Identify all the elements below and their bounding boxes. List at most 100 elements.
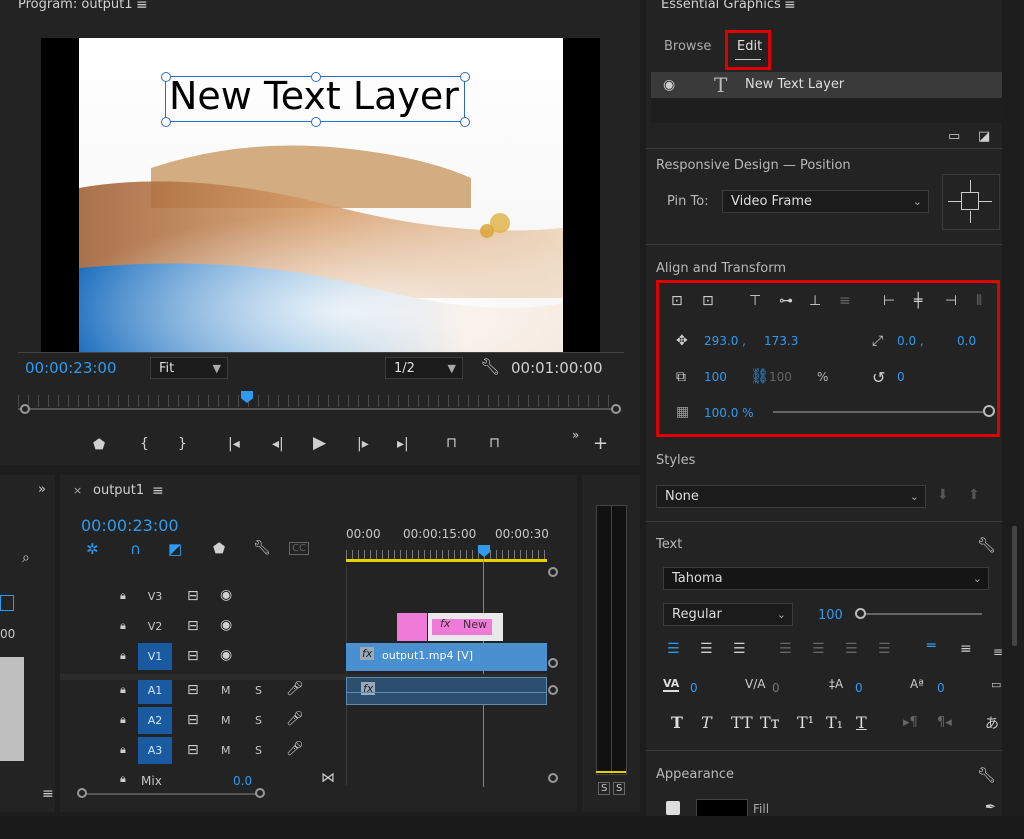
mark-out-icon[interactable]: } (178, 437, 187, 451)
vscroll-handle[interactable] (548, 658, 558, 668)
align-top-icon[interactable]: ⊤ (749, 293, 761, 309)
sync-lock-icon[interactable]: ⊟ (187, 649, 199, 663)
play-icon[interactable]: ▶ (313, 435, 326, 452)
mute-button[interactable]: M (221, 714, 231, 727)
resize-handle[interactable] (311, 72, 321, 82)
align-right-icon[interactable]: ⊣ (945, 293, 957, 309)
font-dropdown[interactable]: Tahoma ⌄ (663, 567, 989, 590)
mic-icon[interactable]: 🎤︎ (286, 742, 304, 756)
small-caps-icon[interactable]: Tт (760, 713, 780, 732)
rotation-value[interactable]: 0 (897, 370, 905, 384)
align-horizontal-center-icon[interactable]: ╪ (914, 293, 922, 309)
push-style-icon[interactable]: ⬇ (937, 487, 949, 503)
track-label[interactable]: V1 (138, 643, 172, 670)
sync-lock-icon[interactable]: ⊟ (187, 619, 199, 633)
solo-button[interactable]: S (255, 744, 262, 757)
kerning-value[interactable]: 0 (690, 681, 698, 695)
clip-a1[interactable]: fx (346, 677, 547, 705)
mute-button[interactable]: M (221, 744, 231, 757)
thumbnail[interactable] (0, 657, 24, 761)
resolution-dropdown[interactable]: 1/2 ▼ (385, 357, 463, 379)
extract-icon[interactable]: ⊓ (489, 436, 500, 450)
scale-value[interactable]: 100 (704, 370, 727, 384)
opacity-slider-handle[interactable] (983, 405, 995, 417)
opacity-slider[interactable] (773, 411, 983, 413)
program-timecode[interactable]: 00:00:23:00 (25, 359, 117, 377)
track-label[interactable]: A2 (138, 707, 172, 734)
anchor-x[interactable]: 0.0 , (897, 334, 924, 348)
timeline-timecode[interactable]: 00:00:23:00 (81, 516, 179, 535)
align-text-right-icon[interactable]: ☰ (733, 641, 746, 657)
bottom-align-text-icon[interactable]: ≡ (993, 645, 1003, 659)
solo-button[interactable]: S (255, 684, 262, 697)
baseline-value[interactable]: 0 (937, 681, 945, 695)
eye-icon[interactable]: ◉ (220, 618, 232, 632)
eyedropper-icon[interactable]: ✒︎ (985, 800, 996, 815)
lock-icon[interactable]: 🔒︎ (120, 684, 126, 695)
more-panels-icon[interactable]: » (38, 483, 46, 496)
fit-dropdown[interactable]: Fit ▼ (150, 357, 228, 379)
ruby-icon[interactable]: あ (985, 713, 999, 733)
font-size-slider[interactable] (862, 613, 982, 615)
step-back-icon[interactable]: ◂| (272, 437, 284, 451)
tab-browse[interactable]: Browse (664, 39, 711, 54)
all-caps-icon[interactable]: TT (731, 713, 753, 732)
mute-button[interactable]: M (221, 684, 231, 697)
solo-button[interactable]: S (255, 714, 262, 727)
panel-menu-icon[interactable]: ≡ (136, 0, 148, 12)
align-to-selection-icon[interactable]: ⊡ (702, 293, 714, 309)
font-size-slider-handle[interactable] (855, 608, 866, 619)
go-to-in-icon[interactable]: |◂ (228, 437, 240, 451)
clip-v2-pink[interactable] (397, 613, 427, 641)
vscroll-handle[interactable] (548, 567, 558, 577)
styles-dropdown[interactable]: None ⌄ (656, 485, 926, 508)
panel-menu-icon[interactable]: ≡ (152, 484, 164, 498)
indent-left-icon[interactable]: ▸¶ (903, 715, 918, 730)
sync-lock-icon[interactable]: ⊟ (187, 713, 199, 727)
clip-v2-text[interactable]: fx New (428, 613, 503, 641)
subscript-icon[interactable]: T₁ (826, 713, 843, 732)
add-button-icon[interactable]: + (593, 435, 608, 453)
vscroll-handle[interactable] (548, 685, 558, 695)
pull-style-icon[interactable]: ⬆ (968, 487, 980, 503)
center-align-text-icon[interactable]: ≡ (960, 641, 972, 657)
lock-icon[interactable]: 🔒︎ (120, 650, 126, 661)
lift-icon[interactable]: ⊓ (446, 436, 457, 450)
text-wrench-icon[interactable]: 🔧︎ (977, 536, 996, 554)
eye-icon[interactable]: ◉ (663, 78, 675, 92)
superscript-icon[interactable]: T¹ (797, 713, 814, 732)
sync-lock-icon[interactable]: ⊟ (187, 683, 199, 697)
hscrollbar[interactable] (82, 793, 262, 795)
track-label[interactable]: A1 (138, 677, 172, 704)
track-label[interactable]: V3 (138, 583, 172, 610)
position-y[interactable]: 173.3 (764, 334, 798, 348)
more-icon[interactable]: » (572, 429, 579, 441)
eye-icon[interactable]: ◉ (220, 588, 232, 602)
faux-bold-icon[interactable]: T (671, 713, 683, 732)
folder-icon[interactable]: ▭ (948, 130, 960, 143)
sync-lock-icon[interactable]: ⊟ (187, 589, 199, 603)
lock-icon[interactable]: 🔒︎ (120, 590, 126, 601)
hscroll-handle[interactable] (255, 788, 265, 798)
align-to-video-frame-icon[interactable]: ⊡ (671, 293, 683, 309)
resize-handle[interactable] (161, 72, 171, 82)
mark-in-icon[interactable]: { (140, 437, 149, 451)
insert-icon[interactable]: ◩ (168, 540, 182, 558)
font-style-dropdown[interactable]: Regular ⌄ (663, 603, 793, 626)
center-text-icon[interactable]: ☰ (700, 641, 713, 657)
bowtie-icon[interactable]: ⋈ (321, 771, 335, 785)
appearance-wrench-icon[interactable]: 🔧︎ (977, 766, 996, 784)
scroll-start-handle[interactable] (20, 404, 30, 414)
resize-handle[interactable] (311, 117, 321, 127)
justify-right-icon[interactable]: ☰ (845, 641, 858, 657)
program-scrubber[interactable] (18, 408, 618, 410)
settings-wrench-icon[interactable]: 🔧︎ (253, 541, 271, 555)
distribute-vertical-icon[interactable]: ≡ (839, 293, 851, 309)
vscroll-handle[interactable] (548, 773, 558, 783)
top-align-text-icon[interactable]: ═ (927, 638, 935, 654)
eye-icon[interactable]: ◉ (220, 648, 232, 662)
lock-icon[interactable]: 🔒︎ (120, 773, 126, 784)
work-area-bar[interactable] (346, 559, 547, 562)
add-marker-icon[interactable]: ⬟ (93, 438, 105, 452)
track-label[interactable]: A3 (138, 737, 172, 764)
